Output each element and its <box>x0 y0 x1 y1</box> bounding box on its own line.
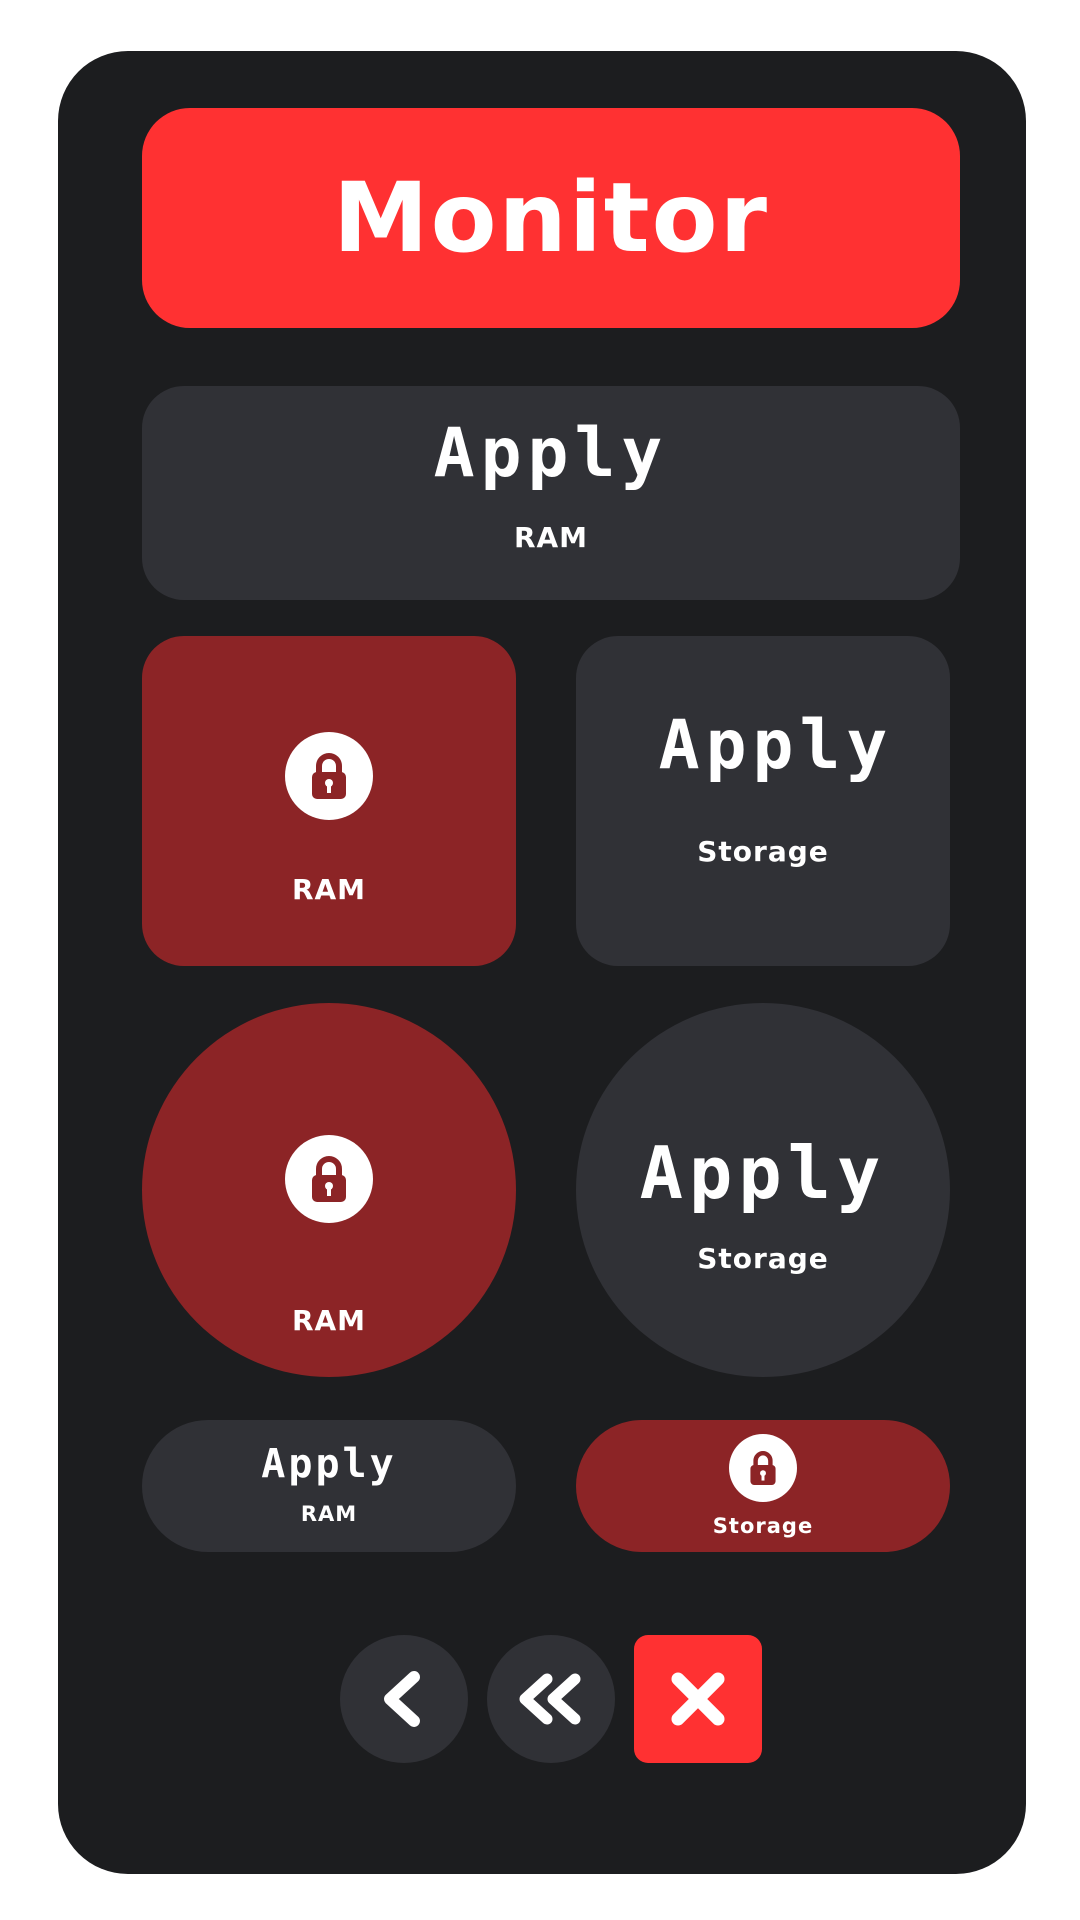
monitor-title-button[interactable]: Monitor <box>142 108 960 328</box>
tile-label: RAM <box>513 521 589 554</box>
chevron-left-icon <box>384 1671 420 1727</box>
ram-apply-tile-wide[interactable]: Apply RAM <box>142 386 960 600</box>
tile-label: RAM <box>291 1304 367 1337</box>
tile-label: Storage <box>697 835 829 868</box>
storage-apply-tile-square[interactable]: Apply Storage <box>576 636 950 966</box>
storage-locked-tile-pill[interactable]: Storage <box>576 1420 950 1552</box>
lock-icon <box>285 732 373 820</box>
tile-value: Apply <box>639 1131 887 1215</box>
double-chevron-left-icon <box>519 1673 581 1725</box>
page-title: Monitor <box>333 162 769 274</box>
ram-locked-tile-square[interactable]: RAM <box>142 636 516 966</box>
lock-icon <box>285 1135 373 1223</box>
tile-value: Apply <box>261 1441 397 1487</box>
ram-locked-tile-circle[interactable]: RAM <box>142 1003 516 1377</box>
storage-apply-tile-circle[interactable]: Apply Storage <box>576 1003 950 1377</box>
back-button[interactable] <box>340 1635 468 1763</box>
close-icon <box>671 1672 725 1726</box>
back-to-start-button[interactable] <box>487 1635 615 1763</box>
tile-label: RAM <box>300 1502 358 1526</box>
tile-label: Storage <box>712 1514 814 1538</box>
close-button[interactable] <box>634 1635 762 1763</box>
tile-label: RAM <box>291 873 367 906</box>
tile-label: Storage <box>697 1242 829 1275</box>
lock-icon <box>729 1434 797 1502</box>
tile-value: Apply <box>658 706 894 785</box>
ram-apply-tile-pill[interactable]: Apply RAM <box>142 1420 516 1552</box>
tile-value: Apply <box>433 414 669 493</box>
